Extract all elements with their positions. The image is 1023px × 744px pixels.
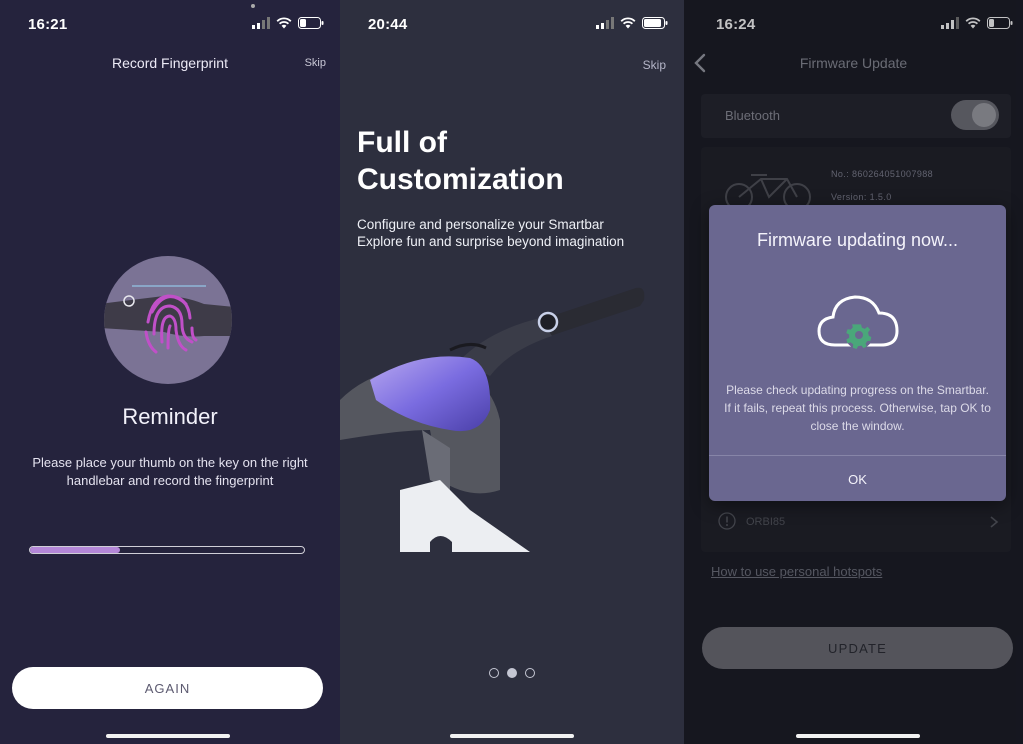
battery-icon	[642, 17, 668, 29]
smartbar-illustration	[340, 287, 645, 552]
instruction-text: Please place your thumb on the key on th…	[32, 455, 308, 488]
progress-bar	[29, 546, 305, 554]
subtitle-line-2: Explore fun and surprise beyond imaginat…	[357, 234, 625, 249]
subtitle-line-1: Configure and personalize your Smartbar	[357, 217, 604, 232]
cloud-gear-icon	[817, 295, 899, 349]
record-fingerprint-screen: 16:21 Record Fingerprint Skip Reminder P…	[0, 0, 340, 744]
firmware-updating-dialog: Firmware updating now... Please check up…	[709, 205, 1006, 501]
dialog-message: Please check updating progress on the Sm…	[724, 383, 991, 433]
skip-button[interactable]: Skip	[643, 58, 666, 72]
home-indicator[interactable]	[796, 734, 920, 738]
wifi-icon	[276, 17, 292, 29]
page-dot-2[interactable]	[507, 668, 517, 678]
status-time: 20:44	[368, 16, 408, 33]
status-bar: 20:44	[340, 14, 684, 34]
onboarding-screen: 20:44 Skip Full of Customization Configu…	[340, 0, 684, 744]
signal-icon	[252, 17, 270, 29]
dialog-title: Firmware updating now...	[756, 230, 959, 250]
fingerprint-icon	[104, 285, 232, 354]
page-indicator	[340, 668, 684, 678]
wifi-icon	[620, 17, 636, 29]
page-dot-3[interactable]	[525, 668, 535, 678]
headline-line-1: Full of	[357, 126, 447, 159]
progress-fill	[30, 547, 121, 553]
status-bar: 16:21	[0, 4, 340, 34]
home-indicator[interactable]	[106, 734, 230, 738]
ok-button[interactable]: OK	[709, 457, 1006, 501]
signal-icon	[596, 17, 614, 29]
subtitle: Configure and personalize your Smartbar …	[357, 216, 674, 250]
page-dot-1[interactable]	[489, 668, 499, 678]
skip-button[interactable]: Skip	[305, 57, 326, 69]
camera-indicator	[251, 4, 255, 8]
headline-line-2: Customization	[357, 163, 564, 196]
again-button[interactable]: AGAIN	[12, 667, 323, 709]
firmware-update-screen: 16:24 Firmware Update Bluetooth No.: 860…	[684, 0, 1023, 744]
home-indicator[interactable]	[450, 734, 574, 738]
headline: Full of Customization	[357, 124, 564, 198]
page-title: Record Fingerprint	[112, 55, 228, 71]
reminder-heading: Reminder	[122, 404, 218, 429]
dialog-divider	[709, 455, 1006, 456]
battery-icon	[298, 17, 324, 29]
fingerprint-illustration	[104, 256, 232, 384]
status-time: 16:21	[28, 16, 68, 33]
